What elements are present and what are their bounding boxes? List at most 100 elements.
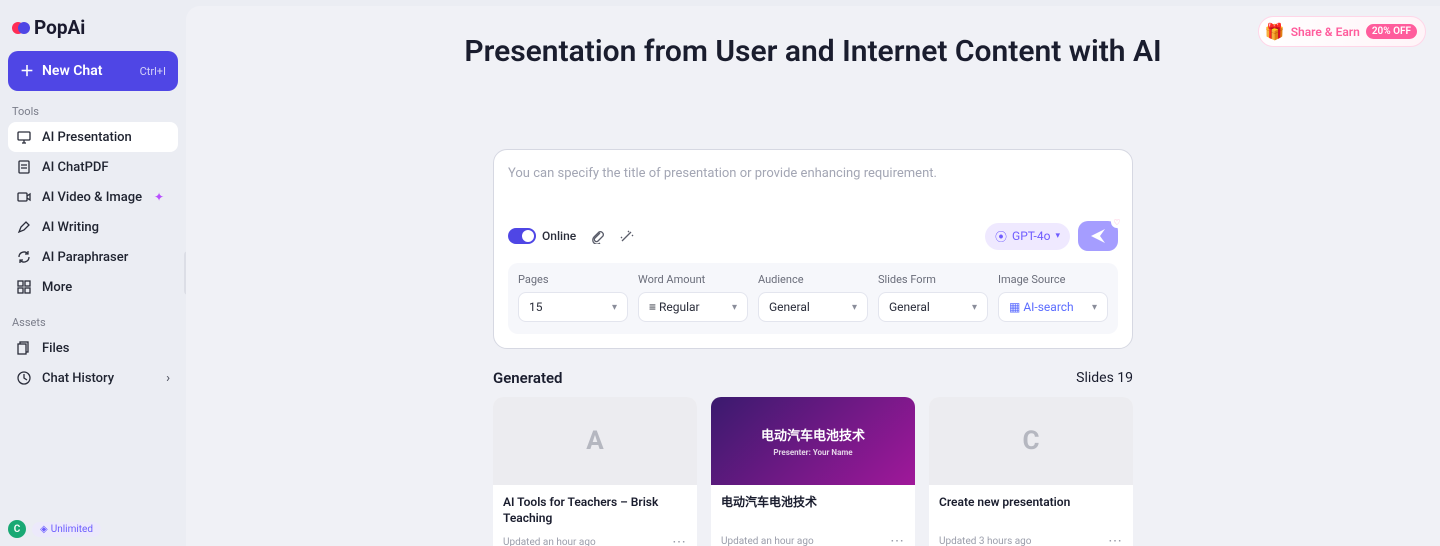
card-item[interactable]: C Create new presentation Updated 3 hour… [929, 397, 1133, 546]
sidebar-footer: C ◈ Unlimited [8, 520, 101, 538]
chevron-down-icon: ▾ [612, 302, 617, 313]
card-thumb: A [493, 397, 697, 485]
sidebar-item-ai-presentation[interactable]: AI Presentation [8, 122, 178, 152]
generated-count: Slides 19 [1076, 370, 1133, 386]
chevron-right-icon: › [166, 371, 170, 386]
card-meta: Updated 3 hours ago [939, 536, 1032, 546]
kbd-shortcut: Ctrl+I [140, 65, 166, 78]
video-icon [16, 189, 32, 205]
sidebar-item-label: AI Writing [42, 220, 99, 235]
attachment-icon[interactable] [590, 229, 605, 244]
opt-audience-label: Audience [758, 273, 868, 286]
page-title: Presentation from User and Internet Cont… [186, 34, 1440, 69]
main-content: 🎁 Share & Earn 20% OFF Presentation from… [186, 6, 1440, 546]
diamond-icon: ◈ [40, 524, 48, 535]
magic-icon[interactable] [619, 229, 634, 244]
history-icon [16, 370, 32, 386]
opt-word-select[interactable]: ≡ Regular ▾ [638, 292, 748, 322]
sidebar-item-label: AI ChatPDF [42, 160, 109, 175]
new-chat-button[interactable]: ＋ New Chat Ctrl+I [8, 51, 178, 91]
gift-icon: 🎁 [1265, 22, 1285, 41]
sidebar-item-label: AI Presentation [42, 130, 132, 145]
logo-icon [12, 19, 30, 37]
card-more-icon[interactable]: ⋯ [672, 534, 687, 546]
sidebar-item-ai-video-image[interactable]: AI Video & Image ✦ [8, 182, 178, 212]
card-more-icon[interactable]: ⋯ [1108, 533, 1123, 546]
presentation-icon [16, 129, 32, 145]
grid-icon [16, 279, 32, 295]
opt-value: General [889, 300, 930, 314]
opt-image-label: Image Source [998, 273, 1108, 286]
pdf-icon [16, 159, 32, 175]
pen-icon [16, 219, 32, 235]
chevron-down-icon: ▾ [852, 302, 857, 313]
card-thumb: C [929, 397, 1133, 485]
section-assets-label: Assets [12, 316, 178, 329]
online-label: Online [542, 229, 576, 243]
sidebar-item-files[interactable]: Files [8, 333, 178, 363]
sidebar-item-ai-chatpdf[interactable]: AI ChatPDF [8, 152, 178, 182]
model-icon: ⦿ [995, 228, 1007, 245]
sparkle-icon: ✦ [154, 190, 164, 204]
share-earn-button[interactable]: 🎁 Share & Earn 20% OFF [1258, 16, 1426, 47]
generated-title: Generated [493, 369, 563, 387]
online-toggle[interactable] [508, 228, 536, 244]
image-icon: ▦ [1009, 300, 1020, 314]
chevron-down-icon: ▾ [1055, 231, 1060, 241]
opt-value: 15 [529, 300, 543, 314]
sidebar-item-ai-paraphraser[interactable]: AI Paraphraser [8, 242, 178, 272]
send-button[interactable]: ♡ [1078, 221, 1118, 251]
opt-image-select[interactable]: ▦ AI-search ▾ [998, 292, 1108, 322]
refresh-icon [16, 249, 32, 265]
opt-value: ▦ AI-search [1009, 300, 1074, 314]
section-tools-label: Tools [12, 105, 178, 118]
plus-icon: ＋ [20, 61, 34, 81]
sidebar-item-ai-writing[interactable]: AI Writing [8, 212, 178, 242]
options-bar: Pages 15 ▾ Word Amount ≡ Regular ▾ Audienc… [508, 263, 1118, 334]
sidebar-item-label: AI Paraphraser [42, 250, 128, 265]
thumb-title: 电动汽车电池技术 [761, 425, 865, 444]
card-title: 电动汽车电池技术 [721, 495, 905, 525]
send-badge-icon: ♡ [1111, 216, 1123, 228]
chevron-down-icon: ▾ [972, 302, 977, 313]
cards-row: A AI Tools for Teachers – Brisk Teaching… [493, 397, 1133, 546]
card-title: Create new presentation [939, 495, 1123, 525]
opt-slides-select[interactable]: General ▾ [878, 292, 988, 322]
plan-label: Unlimited [51, 524, 93, 535]
card-thumb: 电动汽车电池技术 Presenter: Your Name [711, 397, 915, 485]
chevron-down-icon: ▾ [1092, 302, 1097, 313]
card-meta: Updated an hour ago [721, 536, 814, 546]
sidebar: PopAi ＋ New Chat Ctrl+I Tools AI Present… [0, 0, 186, 546]
opt-slides-label: Slides Form [878, 273, 988, 286]
card-item[interactable]: A AI Tools for Teachers – Brisk Teaching… [493, 397, 697, 546]
sidebar-item-label: AI Video & Image [42, 190, 142, 205]
model-selector[interactable]: ⦿ GPT-4o ▾ [985, 223, 1070, 250]
card-meta: Updated an hour ago [503, 537, 596, 546]
opt-audience-select[interactable]: General ▾ [758, 292, 868, 322]
opt-pages-label: Pages [518, 273, 628, 286]
card-more-icon[interactable]: ⋯ [890, 533, 905, 546]
logo-text: PopAi [34, 16, 85, 39]
sidebar-item-label: More [42, 280, 72, 295]
opt-pages-select[interactable]: 15 ▾ [518, 292, 628, 322]
sidebar-item-chat-history[interactable]: Chat History › [8, 363, 178, 393]
avatar[interactable]: C [8, 520, 26, 538]
sidebar-item-label: Files [42, 341, 69, 356]
chevron-down-icon: ▾ [732, 302, 737, 313]
card-item[interactable]: 电动汽车电池技术 Presenter: Your Name 电动汽车电池技术 U… [711, 397, 915, 546]
thumb-sub: Presenter: Your Name [773, 448, 852, 457]
composer: Online ⦿ GPT-4o ▾ ♡ [493, 149, 1133, 349]
sidebar-item-label: Chat History [42, 371, 114, 386]
discount-badge: 20% OFF [1366, 24, 1417, 39]
card-title: AI Tools for Teachers – Brisk Teaching [503, 495, 687, 526]
logo[interactable]: PopAi [8, 8, 178, 51]
opt-value: ≡ Regular [649, 300, 700, 314]
share-earn-label: Share & Earn [1291, 25, 1360, 39]
opt-word-label: Word Amount [638, 273, 748, 286]
opt-value: General [769, 300, 810, 314]
prompt-input[interactable] [508, 166, 1118, 181]
plan-badge[interactable]: ◈ Unlimited [32, 522, 101, 537]
sidebar-item-more[interactable]: More [8, 272, 178, 302]
model-label: GPT-4o [1012, 229, 1050, 243]
new-chat-label: New Chat [42, 63, 102, 79]
